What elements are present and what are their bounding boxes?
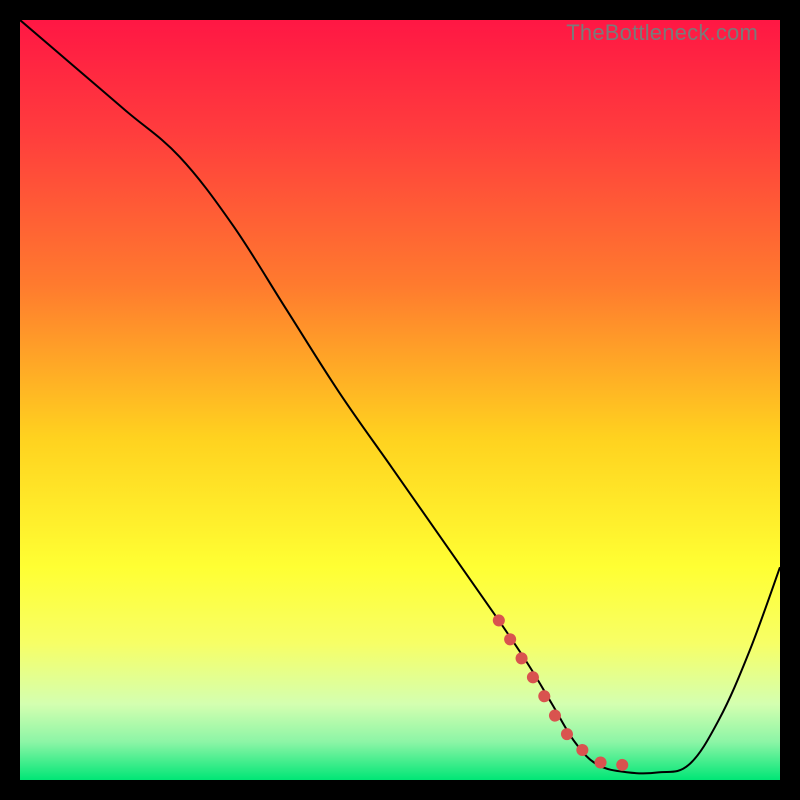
chart-frame: TheBottleneck.com	[20, 20, 780, 780]
watermark-text: TheBottleneck.com	[566, 20, 758, 46]
chart-background	[20, 20, 780, 780]
chart-svg	[20, 20, 780, 780]
